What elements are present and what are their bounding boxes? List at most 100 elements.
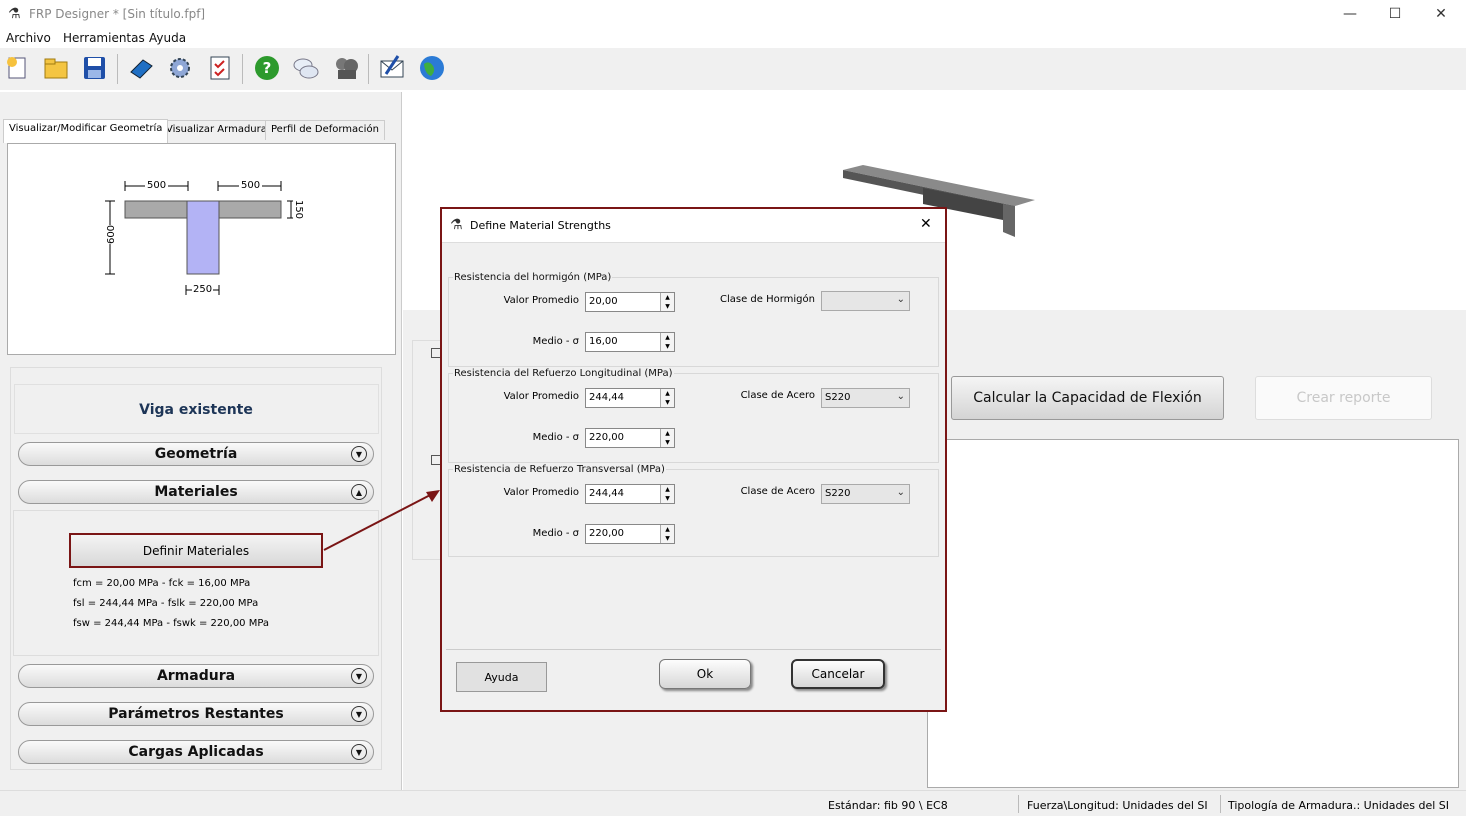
accordion-label: Materiales (154, 484, 238, 500)
chevron-down-icon: ⌄ (896, 391, 905, 402)
spinner-value: 220,00 (589, 528, 624, 539)
accordion-cargas[interactable]: Cargas Aplicadas ▼ (18, 740, 374, 764)
dim-height-label: 600 (106, 224, 118, 245)
calcular-button[interactable]: Calcular la Capacidad de Flexión (951, 376, 1224, 420)
checklist-icon[interactable] (204, 52, 236, 84)
definir-materiales-button[interactable]: Definir Materiales (69, 533, 323, 568)
status-estandar: Estándar: fib 90 \ EC8 (828, 799, 948, 812)
dim-right-label: 500 (239, 180, 263, 191)
chevron-down-icon: ⌄ (896, 294, 905, 305)
close-button[interactable]: ✕ (1418, 0, 1464, 28)
spinner-value: 16,00 (589, 336, 618, 347)
chevron-down-icon: ▼ (351, 446, 367, 462)
maximize-button[interactable]: ☐ (1372, 0, 1418, 28)
dialog-title-bar: ⚗ Define Material Strengths ✕ (442, 209, 945, 243)
group-refuerzo-transversal (448, 469, 939, 557)
transversal-medio-input[interactable]: 220,00 ▲ ▼ (585, 524, 675, 544)
valor-promedio-label: Valor Promedio (503, 391, 579, 402)
group-label: Resistencia del hormigón (MPa) (453, 272, 613, 283)
help-icon[interactable]: ? (251, 52, 283, 84)
crear-reporte-button[interactable]: Crear reporte (1255, 376, 1432, 420)
spinner-arrows-icon[interactable]: ▲ ▼ (660, 525, 674, 543)
chat-icon[interactable] (290, 52, 322, 84)
spinner-value: 244,44 (589, 392, 624, 403)
group-label: Resistencia de Refuerzo Transversal (MPa… (453, 464, 666, 475)
tab-perfil-deformacion[interactable]: Perfil de Deformación (265, 120, 385, 140)
spinner-value: 20,00 (589, 296, 618, 307)
accordion-parametros[interactable]: Parámetros Restantes ▼ (18, 702, 374, 726)
longitudinal-valor-input[interactable]: 244,44 ▲ ▼ (585, 388, 675, 408)
globe-icon[interactable] (416, 52, 448, 84)
group-label: Resistencia del Refuerzo Longitudinal (M… (453, 368, 674, 379)
toolbar: ? (0, 48, 1466, 90)
longitudinal-medio-input[interactable]: 220,00 ▲ ▼ (585, 428, 675, 448)
accordion-geometria[interactable]: Geometría ▼ (18, 442, 374, 466)
dialog-close-icon[interactable]: ✕ (920, 216, 932, 232)
spinner-arrows-icon[interactable]: ▲ ▼ (660, 389, 674, 407)
ayuda-button[interactable]: Ayuda (456, 662, 547, 692)
accordion-armadura[interactable]: Armadura ▼ (18, 664, 374, 688)
accordion-label: Cargas Aplicadas (128, 744, 264, 760)
medio-label: Medio - σ (532, 336, 579, 347)
clase-acero-label: Clase de Acero (740, 486, 815, 497)
spinner-arrows-icon[interactable]: ▲ ▼ (660, 485, 674, 503)
open-folder-icon[interactable] (40, 52, 72, 84)
clase-acero-select[interactable]: S220 ⌄ (821, 388, 910, 408)
define-material-dialog: ⚗ Define Material Strengths ✕ Resistenci… (440, 207, 947, 712)
menu-archivo[interactable]: Archivo (6, 31, 51, 45)
dialog-title: Define Material Strengths (470, 219, 611, 232)
minimize-button[interactable]: — (1327, 0, 1373, 28)
valor-promedio-label: Valor Promedio (503, 487, 579, 498)
spinner-arrows-icon[interactable]: ▲ ▼ (660, 293, 674, 311)
valor-promedio-label: Valor Promedio (503, 295, 579, 306)
ok-button[interactable]: Ok (659, 659, 751, 689)
annotation-arrow (323, 490, 440, 551)
spinner-value: 220,00 (589, 432, 624, 443)
tab-visualizar-armadura[interactable]: Visualizar Armadura (160, 120, 273, 140)
group-refuerzo-longitudinal (448, 373, 939, 463)
tab-visualizar-geometria[interactable]: Visualizar/Modificar Geometría (3, 119, 169, 143)
dim-flange-label: 150 (293, 199, 305, 220)
medio-label: Medio - σ (532, 432, 579, 443)
window-title: FRP Designer * [Sin título.fpf] (29, 7, 206, 21)
transversal-valor-input[interactable]: 244,44 ▲ ▼ (585, 484, 675, 504)
app-icon: ⚗ (8, 6, 21, 22)
clase-acero-select[interactable]: S220 ⌄ (821, 484, 910, 504)
spinner-arrows-icon[interactable]: ▲ ▼ (660, 429, 674, 447)
new-file-icon[interactable] (2, 52, 34, 84)
dim-left-label: 500 (145, 180, 169, 191)
status-tipologia: Tipología de Armadura.: Unidades del SI (1228, 799, 1449, 812)
svg-text:?: ? (263, 59, 272, 77)
material-summary-line: fsw = 244,44 MPa - fswk = 220,00 MPa (73, 618, 270, 629)
status-bar: Estándar: fib 90 \ EC8 Fuerza\Longitud: … (0, 790, 1466, 816)
dialog-divider (446, 649, 941, 650)
save-icon[interactable] (78, 52, 110, 84)
toolbar-separator (242, 54, 243, 84)
toolbar-separator (368, 54, 369, 84)
spinner-arrows-icon[interactable]: ▲ ▼ (660, 333, 674, 351)
hormigon-medio-input[interactable]: 16,00 ▲ ▼ (585, 332, 675, 352)
toolbar-separator (117, 54, 118, 84)
dim-web-label: 250 (192, 284, 214, 295)
email-icon[interactable] (376, 52, 408, 84)
chevron-down-icon: ▼ (351, 706, 367, 722)
chevron-down-icon: ⌄ (896, 487, 905, 498)
chevron-down-icon: ▼ (351, 744, 367, 760)
menu-herramientas[interactable]: Herramientas (63, 31, 145, 45)
gear-icon[interactable] (164, 52, 196, 84)
film-reel-icon[interactable] (330, 52, 362, 84)
panel-title: Viga existente (139, 402, 253, 418)
cancel-button[interactable]: Cancelar (791, 659, 885, 689)
book-icon[interactable] (125, 52, 157, 84)
medio-label: Medio - σ (532, 528, 579, 539)
menu-ayuda[interactable]: Ayuda (149, 31, 186, 45)
clase-acero-label: Clase de Acero (740, 390, 815, 401)
menu-bar: Archivo Herramientas Ayuda (0, 28, 1466, 48)
title-bar: ⚗ FRP Designer * [Sin título.fpf] — ☐ ✕ (0, 0, 1466, 28)
clase-hormigon-label: Clase de Hormigón (719, 294, 815, 305)
material-summary-line: fsl = 244,44 MPa - fslk = 220,00 MPa (73, 598, 259, 609)
clase-hormigon-select[interactable]: ⌄ (821, 291, 910, 311)
spinner-value: 244,44 (589, 488, 624, 499)
chevron-down-icon: ▼ (351, 668, 367, 684)
hormigon-valor-input[interactable]: 20,00 ▲ ▼ (585, 292, 675, 312)
